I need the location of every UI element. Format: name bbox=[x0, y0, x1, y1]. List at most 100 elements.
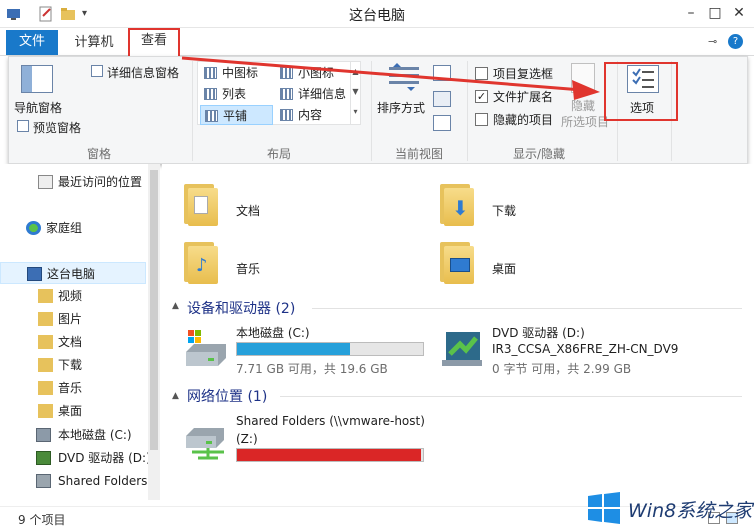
drive-item-local-disk[interactable]: 本地磁盘 (C:) 7.71 GB 可用，共 19.6 GB bbox=[182, 322, 432, 376]
preview-pane-button[interactable]: 预览窗格 bbox=[33, 119, 81, 136]
layout-label: 平铺 bbox=[223, 109, 248, 123]
nav-label: 桌面 bbox=[58, 404, 83, 418]
folder-label: 音乐 bbox=[236, 262, 261, 276]
ribbon-separator bbox=[371, 61, 372, 161]
layout-medium-icons[interactable]: 中图标 bbox=[200, 63, 273, 83]
hide-button[interactable]: 隐藏 bbox=[571, 97, 595, 114]
layout-list[interactable]: 列表 bbox=[200, 84, 273, 104]
nav-label: 这台电脑 bbox=[47, 267, 96, 281]
window-title: 这台电脑 bbox=[349, 8, 405, 24]
nav-label: 视频 bbox=[58, 289, 83, 303]
layout-content[interactable]: 内容 bbox=[276, 105, 349, 125]
ribbon-tabs: 文件 计算机 查看 ⊸ ? bbox=[0, 28, 754, 56]
layout-gallery: 中图标 小图标 列表 详细信息 平铺 内容 ▲ ▼ ▾ bbox=[197, 61, 361, 125]
watermark-text: Win8系统之家 bbox=[628, 500, 753, 522]
nav-item-this-pc[interactable]: 这台电脑 bbox=[0, 262, 146, 284]
computer-icon bbox=[27, 267, 42, 281]
item-checkboxes-checkbox[interactable] bbox=[475, 67, 488, 80]
pin-ribbon-icon[interactable]: ⊸ bbox=[708, 35, 717, 48]
nav-scrollbar[interactable] bbox=[148, 164, 160, 500]
nav-label: 图片 bbox=[58, 312, 83, 326]
hidden-items-checkbox[interactable] bbox=[475, 113, 488, 126]
nav-label: 最近访问的位置 bbox=[58, 175, 143, 189]
nav-pane-button[interactable]: 导航窗格 bbox=[14, 99, 62, 116]
downloads-folder-icon bbox=[38, 358, 53, 372]
drive-usage-bar bbox=[236, 342, 424, 356]
devices-section-header[interactable]: 设备和驱动器 (2) bbox=[187, 298, 295, 318]
layout-small-icons[interactable]: 小图标 bbox=[276, 63, 349, 83]
selected-items-label: 所选项目 bbox=[561, 115, 610, 129]
watermark: Win8系统之家 bbox=[582, 486, 754, 530]
music-folder-icon: ♪ bbox=[182, 242, 218, 284]
layout-details[interactable]: 详细信息 bbox=[276, 84, 349, 104]
title-bar: ▾ 这台电脑 – □ ✕ bbox=[0, 0, 754, 28]
file-extensions-checkbox[interactable]: ✓ bbox=[475, 90, 488, 103]
network-drive-letter: (Z:) bbox=[236, 432, 258, 446]
desktop-folder-icon bbox=[438, 242, 474, 284]
drive-usage-fill bbox=[237, 449, 422, 461]
item-checkboxes-label: 项目复选框 bbox=[493, 67, 554, 81]
group-by-icon[interactable] bbox=[433, 65, 451, 81]
folder-label: 文档 bbox=[236, 204, 261, 218]
nav-label: 下载 bbox=[58, 358, 83, 372]
preview-pane-icon bbox=[17, 120, 29, 132]
close-button[interactable]: ✕ bbox=[726, 2, 752, 24]
details-icon bbox=[280, 88, 293, 100]
content-icon bbox=[280, 109, 293, 121]
tab-file[interactable]: 文件 bbox=[6, 30, 58, 55]
collapse-chevron-icon[interactable]: ▲ bbox=[172, 391, 179, 401]
tab-computer[interactable]: 计算机 bbox=[68, 31, 120, 56]
content-area: 文档 ⬇ 下载 ♪ 音乐 桌面 ▲ 设备和驱动器 (2) 本地磁盘 (C:) 7… bbox=[162, 164, 754, 506]
folder-item-documents[interactable]: 文档 bbox=[182, 184, 302, 230]
show-hide-group-label: 显示/隐藏 bbox=[512, 147, 566, 161]
nav-label: Shared Folders bbox=[58, 474, 148, 488]
small-icons-icon bbox=[280, 67, 293, 79]
network-drive-item[interactable]: Shared Folders (\\vmware-host) (Z:) bbox=[182, 412, 482, 466]
layout-label: 小图标 bbox=[298, 66, 335, 80]
minimize-button[interactable]: – bbox=[678, 2, 704, 24]
nav-label: 家庭组 bbox=[46, 221, 83, 235]
dvd-drive-icon bbox=[36, 451, 51, 465]
nav-label: 文档 bbox=[58, 335, 83, 349]
homegroup-icon bbox=[26, 221, 41, 235]
sort-by-button[interactable]: 排序方式 bbox=[377, 99, 425, 116]
network-drive-name: Shared Folders (\\vmware-host) bbox=[236, 414, 425, 428]
drive-volume-label: IR3_CCSA_X86FRE_ZH-CN_DV9 bbox=[492, 342, 679, 356]
windows-logo-icon bbox=[586, 490, 622, 526]
drive-usage-bar bbox=[236, 448, 424, 462]
tiles-icon bbox=[205, 110, 218, 122]
network-section-header[interactable]: 网络位置 (1) bbox=[187, 386, 267, 406]
details-pane-icon bbox=[91, 65, 103, 77]
maximize-button[interactable]: □ bbox=[702, 2, 728, 24]
pane-group-label: 窗格 bbox=[86, 147, 111, 161]
layout-tiles[interactable]: 平铺 bbox=[200, 105, 273, 125]
network-drive-icon bbox=[184, 420, 228, 460]
hide-selected-icon bbox=[571, 63, 595, 93]
desktop-folder-icon bbox=[38, 404, 53, 418]
medium-icons-icon bbox=[204, 67, 217, 79]
size-columns-icon[interactable] bbox=[433, 115, 451, 131]
scrollbar-thumb[interactable] bbox=[150, 170, 158, 450]
drive-name: DVD 驱动器 (D:) bbox=[492, 326, 585, 340]
local-disk-icon bbox=[36, 428, 51, 442]
collapse-chevron-icon[interactable]: ▲ bbox=[172, 301, 179, 311]
layout-label: 内容 bbox=[298, 108, 323, 122]
sort-icon[interactable] bbox=[387, 63, 421, 95]
recent-places-icon bbox=[38, 175, 53, 189]
section-divider bbox=[280, 396, 742, 397]
hidden-items-label: 隐藏的项目 bbox=[493, 113, 554, 127]
gallery-scroll-icon[interactable]: ▲ ▼ ▾ bbox=[350, 62, 360, 124]
folder-item-downloads[interactable]: ⬇ 下载 bbox=[438, 184, 558, 230]
folder-item-desktop[interactable]: 桌面 bbox=[438, 242, 558, 288]
details-pane-button[interactable]: 详细信息窗格 bbox=[107, 64, 179, 81]
nav-label: 本地磁盘 (C:) bbox=[58, 428, 132, 442]
add-columns-icon[interactable] bbox=[433, 91, 451, 107]
downloads-folder-icon: ⬇ bbox=[438, 184, 474, 226]
tab-view[interactable]: 查看 bbox=[128, 28, 180, 56]
nav-pane-icon[interactable] bbox=[21, 65, 53, 93]
ribbon-separator bbox=[192, 61, 193, 161]
drive-item-dvd[interactable]: DVD 驱动器 (D:) IR3_CCSA_X86FRE_ZH-CN_DV9 0… bbox=[438, 322, 738, 376]
drive-name: 本地磁盘 (C:) bbox=[236, 326, 310, 340]
help-icon[interactable]: ? bbox=[728, 34, 743, 49]
folder-item-music[interactable]: ♪ 音乐 bbox=[182, 242, 302, 288]
